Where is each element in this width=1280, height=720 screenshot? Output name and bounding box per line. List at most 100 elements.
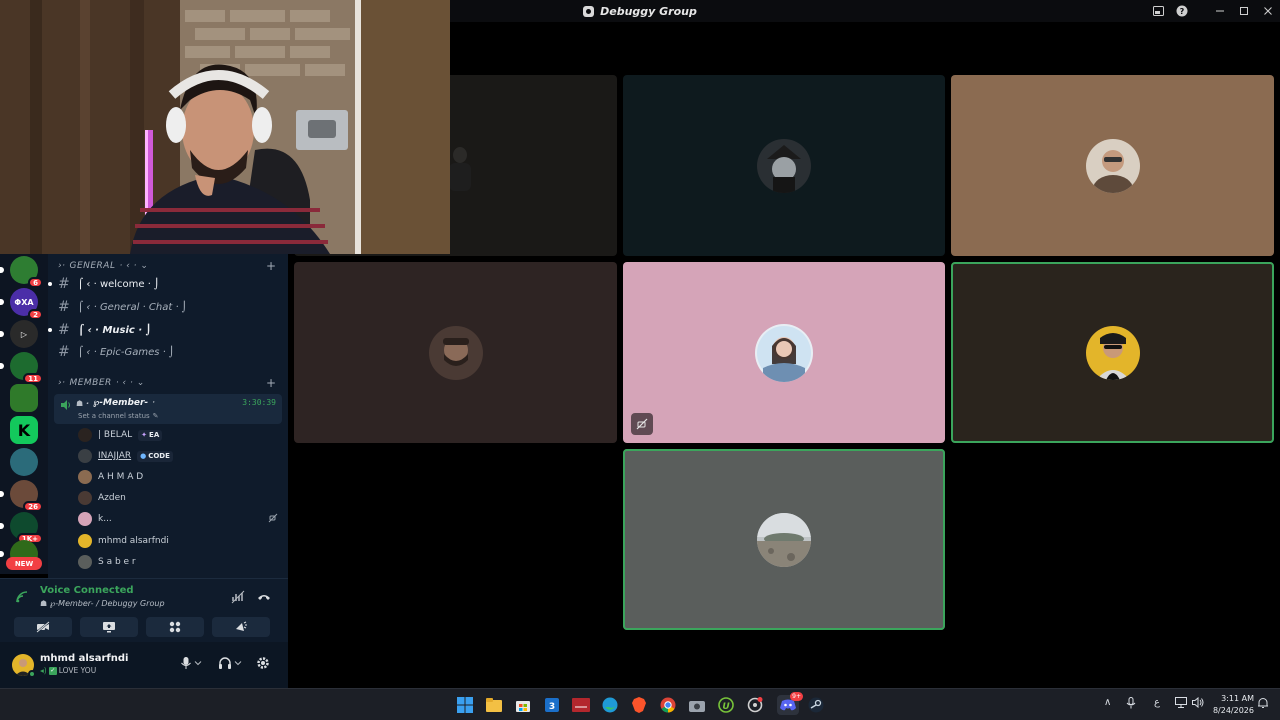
soundboard-button[interactable]: [212, 617, 270, 637]
tray-microphone-icon[interactable]: [1126, 697, 1136, 712]
new-badge[interactable]: NEW: [6, 557, 42, 570]
unread-badge: 11: [23, 373, 43, 384]
user-name: mhmd alsarfndi: [98, 536, 169, 546]
help-icon[interactable]: ?: [1170, 0, 1194, 22]
server-icon[interactable]: [10, 384, 38, 412]
file-explorer-icon[interactable]: [484, 695, 504, 715]
voice-location[interactable]: ☗ ℘-Member- / Debuggy Group: [40, 599, 165, 608]
noise-suppression-icon[interactable]: [230, 589, 246, 605]
discord-taskbar-icon[interactable]: 9+: [777, 692, 803, 715]
server-icon[interactable]: 6: [0, 256, 43, 288]
minimize-button[interactable]: [1208, 0, 1232, 22]
camera-app-icon[interactable]: [687, 695, 707, 715]
participant-avatar: [428, 325, 483, 380]
participant-tile[interactable]: [294, 262, 617, 443]
add-channel-icon[interactable]: +: [266, 259, 276, 273]
chevron-down-icon[interactable]: [194, 659, 202, 667]
avatar: [78, 491, 92, 505]
participant-avatar: [755, 323, 813, 382]
avatar: [78, 555, 92, 569]
voice-connected-label[interactable]: Voice Connected: [40, 585, 134, 596]
microphone-icon[interactable]: [180, 656, 192, 670]
user-name[interactable]: mhmd alsarfndi: [40, 653, 128, 664]
channel-status[interactable]: Set a channel status ✎: [78, 412, 159, 420]
voice-speaker-icon: [61, 400, 70, 410]
window-title: Debuggy Group: [583, 5, 697, 18]
channel-general-chat[interactable]: # ⌠ ‹ · General · Chat · ⌡: [58, 298, 187, 316]
utorrent-icon[interactable]: U: [716, 695, 736, 715]
steam-icon[interactable]: [806, 695, 826, 715]
unread-badge: 9+: [790, 692, 803, 701]
close-button[interactable]: [1256, 0, 1280, 22]
svg-text:U: U: [722, 702, 730, 712]
clock-time: 3:11 AM: [1221, 694, 1254, 703]
maximize-button[interactable]: [1232, 0, 1256, 22]
tray-overflow-icon[interactable]: ∧: [1104, 697, 1111, 708]
calendar-app-icon[interactable]: 3: [542, 695, 562, 715]
network-icon[interactable]: [1175, 697, 1187, 711]
popout-icon[interactable]: [1146, 0, 1170, 22]
custom-status[interactable]: ◂) ✓ LOVE YOU: [40, 666, 96, 675]
voice-user[interactable]: A H M A D: [78, 468, 143, 486]
microsoft-store-icon[interactable]: [513, 695, 533, 715]
check-icon: ✓: [48, 666, 57, 675]
clock[interactable]: 3:11 AM 8/24/2026: [1213, 693, 1254, 717]
mute-control[interactable]: [180, 656, 202, 670]
volume-icon[interactable]: [1192, 696, 1204, 711]
participant-avatar: [757, 138, 811, 193]
channel-name: Music: [102, 324, 135, 336]
steelseries-icon[interactable]: [745, 695, 765, 715]
server-icon[interactable]: [10, 448, 38, 476]
language-indicator[interactable]: ع: [1154, 697, 1160, 708]
user-name: S a b e r: [98, 557, 136, 567]
avatar: [78, 470, 92, 484]
server-icon[interactable]: K: [10, 416, 38, 444]
server-icon[interactable]: 1K+: [0, 512, 43, 544]
avatar: [78, 534, 92, 548]
server-icon[interactable]: ▷: [0, 320, 38, 348]
disconnect-icon[interactable]: [256, 589, 272, 605]
voice-user[interactable]: Azden: [78, 489, 126, 507]
headphones-icon[interactable]: [218, 656, 232, 670]
window-title-text: Debuggy Group: [600, 4, 697, 18]
participant-tile[interactable]: [623, 75, 945, 256]
avatar: [78, 428, 92, 442]
voice-user[interactable]: INAJJAR ● CODE: [78, 447, 173, 465]
camera-toggle-button[interactable]: [14, 617, 72, 637]
channel-music[interactable]: # ⌠ ‹ · Music · ⌡: [48, 321, 152, 339]
participant-avatar: [1085, 325, 1140, 380]
chrome-browser-icon[interactable]: [658, 695, 678, 715]
server-icon[interactable]: 11: [0, 352, 43, 384]
notification-icon[interactable]: [1257, 697, 1269, 712]
chevron-down-icon: ›·: [58, 378, 66, 388]
voice-channel-member[interactable]: ☗ · ℘-Member- · 3:30:39 Set a channel st…: [54, 394, 282, 424]
channel-welcome[interactable]: # ⌠ ‹ · welcome · ⌡: [48, 275, 159, 293]
participant-avatar: [1085, 138, 1140, 193]
brave-browser-icon[interactable]: [629, 695, 649, 715]
category-member[interactable]: ›· MEMBER · ‹ · ⌄: [58, 378, 145, 388]
add-channel-icon[interactable]: +: [266, 376, 276, 390]
participant-tile-speaking[interactable]: [623, 449, 945, 630]
signal-icon[interactable]: [16, 591, 30, 603]
start-button[interactable]: [455, 695, 475, 715]
channel-epic-games[interactable]: # ⌠ ‹ · Epic-Games · ⌡: [58, 343, 174, 361]
voice-user[interactable]: | BELAL ✦ EA: [78, 426, 163, 444]
chevron-down-icon[interactable]: [234, 659, 242, 667]
category-general[interactable]: ›· GENERAL · ‹ · ⌄: [58, 261, 148, 271]
server-icon[interactable]: ΦXA 2: [0, 288, 43, 320]
deafen-control[interactable]: [218, 656, 242, 670]
voice-user[interactable]: S a b e r: [78, 553, 136, 571]
pencil-icon: ✎: [152, 412, 159, 420]
edge-browser-icon[interactable]: [600, 695, 620, 715]
participant-tile[interactable]: [623, 262, 945, 443]
voice-user[interactable]: k...: [78, 510, 288, 528]
user-name: A H M A D: [98, 472, 144, 482]
voicemeeter-icon[interactable]: [571, 695, 591, 715]
settings-gear-icon[interactable]: [256, 656, 270, 670]
activities-button[interactable]: [146, 617, 204, 637]
server-icon[interactable]: 26: [0, 480, 43, 512]
voice-user[interactable]: mhmd alsarfndi: [78, 532, 169, 550]
screen-share-button[interactable]: [80, 617, 138, 637]
participant-tile-speaking[interactable]: [951, 262, 1274, 443]
participant-tile[interactable]: [951, 75, 1274, 256]
